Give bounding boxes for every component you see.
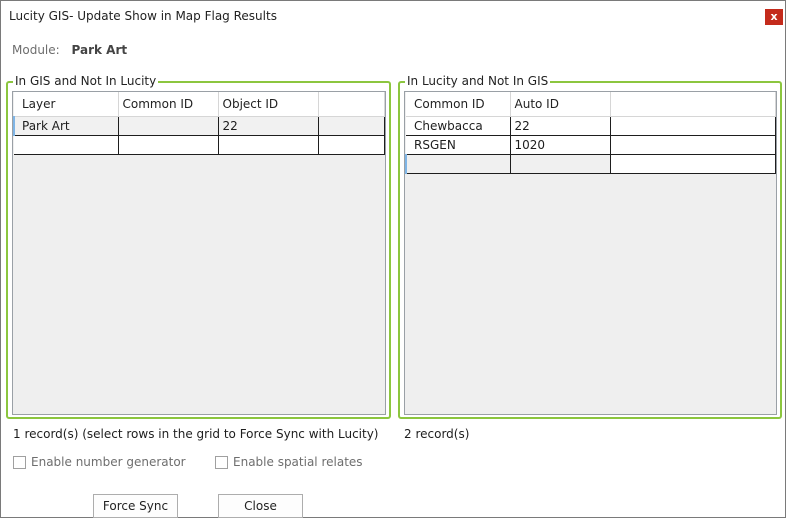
table-row[interactable]: Park Art 22 <box>13 116 385 136</box>
spatial-relates-checkbox[interactable] <box>215 455 228 469</box>
new-row-cell[interactable] <box>18 135 119 155</box>
module-value: Park Art <box>71 43 128 57</box>
column-header-common-id[interactable]: Common ID <box>410 92 511 117</box>
lucity-not-in-gis-group: In Lucity and Not In GIS Common ID Auto … <box>398 74 782 419</box>
module-label: Module: <box>12 43 60 57</box>
number-generator-checkbox[interactable] <box>13 455 26 469</box>
number-generator-label: Enable number generator <box>31 455 186 469</box>
group-title-gis-not-in-lucity: In GIS and Not In Lucity <box>13 74 159 89</box>
cell-common-id[interactable]: RSGEN <box>410 135 511 155</box>
column-header-layer[interactable]: Layer <box>18 92 119 117</box>
cell-common-id[interactable]: Chewbacca <box>410 116 511 136</box>
table-row[interactable]: RSGEN 1020 <box>406 135 776 155</box>
number-generator-option[interactable]: Enable number generator <box>13 455 186 469</box>
group-title-lucity-not-in-gis: In Lucity and Not In GIS <box>405 74 551 89</box>
module-row: Module: Park Art <box>12 43 127 57</box>
cell-layer[interactable]: Park Art <box>18 116 119 136</box>
column-header-common-id[interactable]: Common ID <box>118 92 219 117</box>
new-row-cell <box>318 135 385 155</box>
left-record-count: 1 record(s) (select rows in the grid to … <box>13 427 379 441</box>
new-row[interactable] <box>405 154 776 174</box>
new-row-cell <box>610 154 776 174</box>
title-bar[interactable]: Lucity GIS- Update Show in Map Flag Resu… <box>1 1 785 33</box>
new-row-cell[interactable] <box>218 135 319 155</box>
cell-auto-id[interactable]: 22 <box>510 116 611 136</box>
new-row[interactable] <box>14 135 385 155</box>
lucity-not-in-gis-grid[interactable]: Common ID Auto ID Chewbacca 22 RSGEN 102… <box>404 91 777 415</box>
force-sync-button[interactable]: Force Sync <box>93 494 178 518</box>
cell-filler <box>318 116 385 136</box>
new-row-cell[interactable] <box>410 154 511 174</box>
column-header-auto-id[interactable]: Auto ID <box>510 92 611 117</box>
spatial-relates-label: Enable spatial relates <box>233 455 363 469</box>
grid-header-row: Layer Common ID Object ID <box>14 92 385 117</box>
spatial-relates-option[interactable]: Enable spatial relates <box>215 455 363 469</box>
grid-header-row: Common ID Auto ID <box>406 92 776 117</box>
right-record-count: 2 record(s) <box>404 427 470 441</box>
table-row[interactable]: Chewbacca 22 <box>406 116 776 136</box>
cell-common-id[interactable] <box>118 116 219 136</box>
gis-not-in-lucity-group: In GIS and Not In Lucity Layer Common ID… <box>6 74 391 419</box>
cell-auto-id[interactable]: 1020 <box>510 135 611 155</box>
window-title: Lucity GIS- Update Show in Map Flag Resu… <box>9 9 277 23</box>
cell-filler <box>610 135 776 155</box>
column-header-object-id[interactable]: Object ID <box>218 92 319 117</box>
close-button[interactable]: Close <box>218 494 303 518</box>
column-header-filler <box>610 92 776 117</box>
gis-not-in-lucity-grid[interactable]: Layer Common ID Object ID Park Art 22 <box>12 91 386 415</box>
column-header-filler <box>318 92 385 117</box>
new-row-cell[interactable] <box>510 154 611 174</box>
cell-object-id[interactable]: 22 <box>218 116 319 136</box>
close-window-button[interactable]: x <box>765 9 783 25</box>
cell-filler <box>610 116 776 136</box>
new-row-cell[interactable] <box>118 135 219 155</box>
dialog-window: Lucity GIS- Update Show in Map Flag Resu… <box>0 0 786 518</box>
